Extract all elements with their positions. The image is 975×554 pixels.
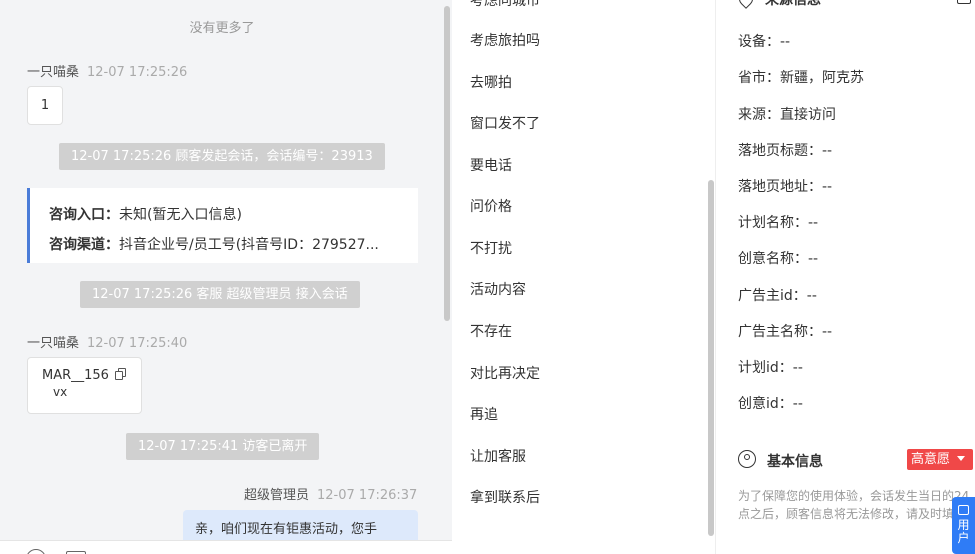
- phrase-item[interactable]: 去哪拍: [470, 72, 512, 92]
- caret-down-icon: [957, 456, 966, 461]
- field-source: 来源：直接访问: [738, 107, 836, 123]
- source-info-title: 来源信息: [765, 0, 821, 8]
- basic-info-title: 基本信息: [767, 454, 823, 470]
- phrase-item[interactable]: 要电话: [470, 155, 512, 175]
- field-landing-url: 落地页地址：--: [738, 179, 833, 195]
- no-more-label: 没有更多了: [189, 21, 255, 36]
- quick-phrase-panel: 考虑同城市 考虑旅拍吗 去哪拍 窗口发不了 要电话 问价格 不打扰 活动内容 不…: [452, 0, 716, 554]
- agent-message-bubble[interactable]: 亲，咱们现在有钜惠活动，您手: [183, 510, 418, 540]
- system-message: 12-07 17:25:41 访客已离开: [126, 433, 320, 460]
- field-creative-name: 创意名称：--: [738, 251, 819, 267]
- field-device: 设备：--: [738, 34, 791, 50]
- message-subtext: vx: [53, 385, 68, 399]
- field-province-city: 省市：新疆，阿克苏: [738, 70, 864, 86]
- phrase-item[interactable]: 窗口发不了: [470, 113, 540, 133]
- system-message: 12-07 17:25:26 顾客发起会话，会话编号：23913: [59, 143, 385, 170]
- info-note: 为了保障您的使用体验，会话发生当日的24点之后，顾客信息将无法修改，请及时填写: [738, 489, 970, 521]
- intent-badge[interactable]: 高意愿: [907, 449, 973, 470]
- message-time: 12-07 17:25:26: [87, 65, 188, 80]
- consult-entry-row: 咨询入口：未知(暂无入口信息): [49, 207, 242, 223]
- field-advertiser-name: 广告主名称：--: [738, 324, 833, 340]
- user-float-button[interactable]: 用户: [952, 497, 975, 554]
- sender-name: 一只喵桑: [27, 336, 80, 351]
- emoji-icon[interactable]: [26, 549, 46, 554]
- consult-info-card: 咨询入口：未知(暂无入口信息) 咨询渠道：抖音企业号/员工号(抖音号ID：279…: [27, 188, 418, 263]
- message-bubble[interactable]: 1: [27, 86, 63, 125]
- message-text: MAR__156: [42, 368, 109, 383]
- sender-name: 超级管理员: [244, 488, 310, 503]
- phrase-item[interactable]: 不打扰: [470, 238, 512, 258]
- field-plan-name: 计划名称：--: [738, 215, 819, 231]
- message-sender: 一只喵桑 12-07 17:25:26: [27, 61, 187, 80]
- location-pin-icon: [736, 0, 756, 9]
- field-advertiser-id: 广告主id：--: [738, 288, 817, 304]
- consult-channel-row: 咨询渠道：抖音企业号/员工号(抖音号ID：279527...: [49, 237, 379, 253]
- chat-panel: 没有更多了 一只喵桑 12-07 17:25:26 1 12-07 17:25:2…: [0, 0, 452, 554]
- phrase-item[interactable]: 不存在: [470, 321, 512, 341]
- field-landing-title: 落地页标题：--: [738, 143, 833, 159]
- chat-message-list[interactable]: 没有更多了 一只喵桑 12-07 17:25:26 1 12-07 17:25:2…: [0, 0, 452, 540]
- phrase-item[interactable]: 考虑同城市: [470, 0, 540, 10]
- phrase-item[interactable]: 再追: [470, 404, 498, 424]
- phrase-item[interactable]: 对比再决定: [470, 363, 540, 383]
- sender-name: 一只喵桑: [27, 65, 80, 80]
- chat-scrollbar[interactable]: [444, 6, 450, 321]
- message-sender: 一只喵桑 12-07 17:25:40: [27, 332, 187, 351]
- copy-icon[interactable]: [115, 368, 127, 380]
- user-circle-icon: [738, 450, 756, 468]
- chat-input-toolbar: [0, 540, 452, 554]
- chat-icon: [958, 505, 969, 515]
- field-creative-id: 创意id：--: [738, 396, 803, 412]
- message-bubble[interactable]: MAR__156 vx: [27, 357, 142, 414]
- message-time: 12-07 17:25:40: [87, 336, 188, 351]
- system-message: 12-07 17:25:26 客服 超级管理员 接入会话: [80, 281, 360, 308]
- phrase-item[interactable]: 考虑旅拍吗: [470, 30, 540, 50]
- phrase-scrollbar[interactable]: [708, 180, 714, 536]
- message-time: 12-07 17:26:37: [317, 488, 418, 503]
- customer-info-panel: 来源信息 设备：-- 省市：新疆，阿克苏 来源：直接访问 落地页标题：-- 落地…: [717, 0, 975, 554]
- phrase-item[interactable]: 问价格: [470, 196, 512, 216]
- phrase-item[interactable]: 拿到联系后: [470, 487, 540, 507]
- edit-icon[interactable]: [957, 0, 971, 4]
- message-sender: 超级管理员 12-07 17:26:37: [244, 484, 417, 503]
- field-plan-id: 计划id：--: [738, 360, 803, 376]
- phrase-item[interactable]: 活动内容: [470, 279, 526, 299]
- phrase-item[interactable]: 让加客服: [470, 446, 526, 466]
